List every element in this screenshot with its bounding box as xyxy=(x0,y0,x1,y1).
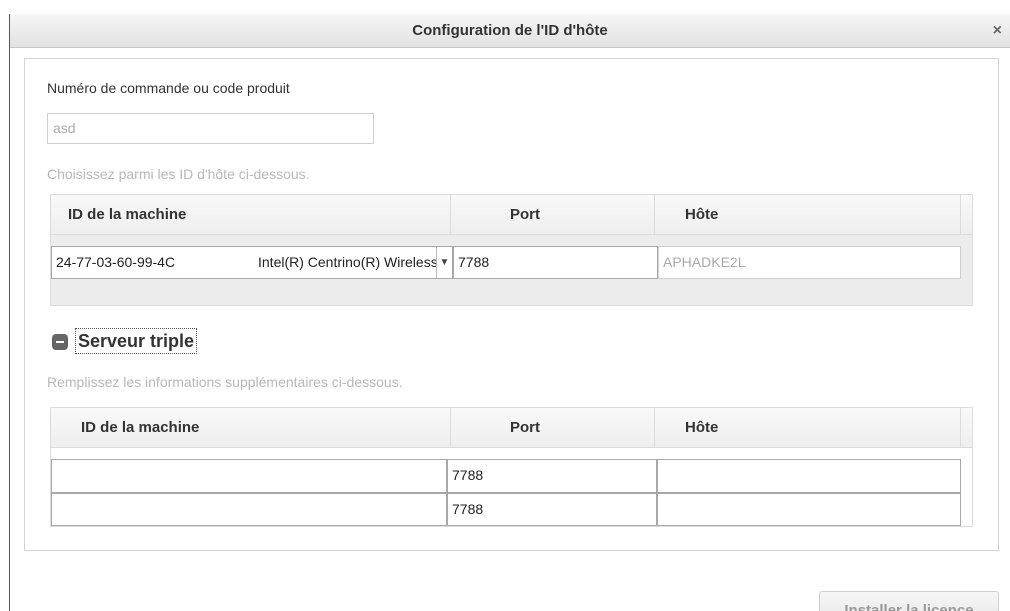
hostid-grid-header: ID de la machine Port Hôte xyxy=(51,195,972,235)
hostid-grid: ID de la machine Port Hôte 24-77-03-60-9… xyxy=(50,194,973,306)
dialog-title: Configuration de l'ID d'hôte xyxy=(412,22,608,39)
triangle-down-icon[interactable]: ▼ xyxy=(436,247,452,278)
triple-port-input-1[interactable]: 7788 xyxy=(447,459,657,493)
col-port[interactable]: Port xyxy=(451,408,655,448)
triple-host-input-1[interactable] xyxy=(657,459,961,493)
triple-machine-input-1[interactable] xyxy=(51,459,447,493)
triple-port-input-2[interactable]: 7788 xyxy=(447,493,657,526)
dialog-left-border xyxy=(9,14,10,611)
host-input[interactable]: APHADKE2L xyxy=(658,246,961,279)
dialog-titlebar[interactable]: Configuration de l'ID d'hôte × xyxy=(10,14,1010,48)
machine-id-select[interactable]: 24-77-03-60-99-4C Intel(R) Centrino(R) W… xyxy=(51,246,453,279)
triple-grid-header: ID de la machine Port Hôte xyxy=(51,408,972,448)
col-machine-id[interactable]: ID de la machine xyxy=(51,408,451,448)
col-host[interactable]: Hôte xyxy=(655,408,961,448)
machine-id-value: 24-77-03-60-99-4C xyxy=(56,254,176,270)
col-port[interactable]: Port xyxy=(451,195,655,235)
host-id-dialog: Configuration de l'ID d'hôte × Numéro de… xyxy=(0,0,1010,611)
triple-machine-input-2[interactable] xyxy=(51,493,447,526)
minus-icon[interactable] xyxy=(52,334,68,350)
install-license-button[interactable]: Installer la licence xyxy=(819,591,999,611)
col-machine-id[interactable]: ID de la machine xyxy=(51,195,451,235)
order-number-input[interactable]: asd xyxy=(47,113,374,144)
triple-grid: ID de la machine Port Hôte 7788 7788 xyxy=(50,407,973,527)
col-host[interactable]: Hôte xyxy=(655,195,961,235)
close-icon[interactable]: × xyxy=(993,14,1002,48)
triple-hint: Remplissez les informations supplémentai… xyxy=(47,374,403,390)
triple-host-input-2[interactable] xyxy=(657,493,961,526)
port-input[interactable]: 7788 xyxy=(453,246,658,279)
triple-server-toggle[interactable]: Serveur triple xyxy=(75,328,198,354)
adapter-name: Intel(R) Centrino(R) Wireless-N xyxy=(258,254,453,270)
order-number-label: Numéro de commande ou code produit xyxy=(47,80,290,96)
hostid-hint: Choisissez parmi les ID d'hôte ci-dessou… xyxy=(47,166,310,182)
